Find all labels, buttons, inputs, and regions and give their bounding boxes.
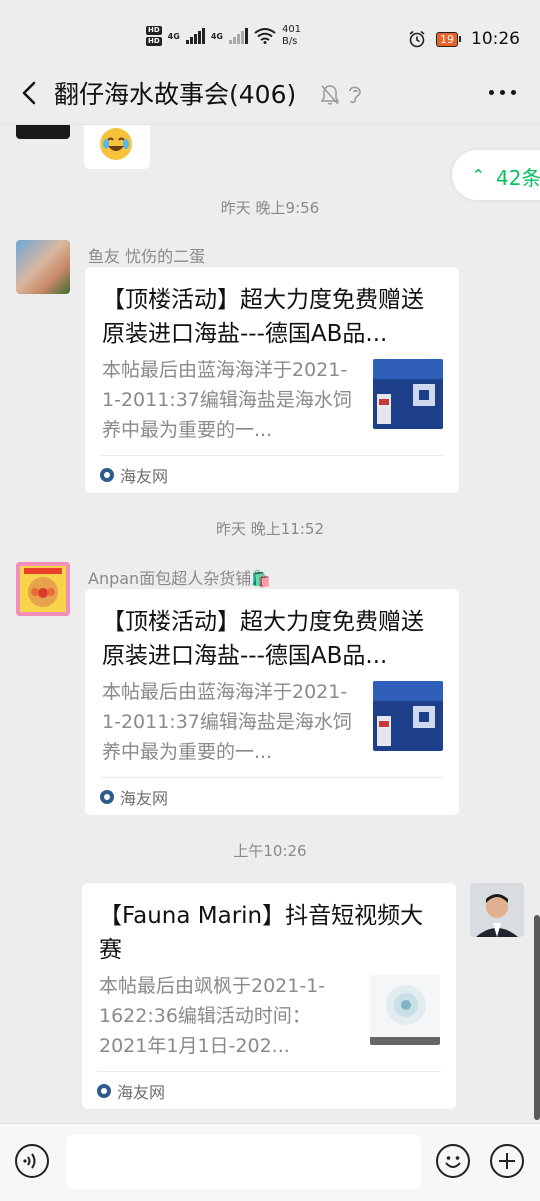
card-title: 【顶楼活动】超大力度免费赠送原装进口海盐---德国AB品... xyxy=(102,287,424,347)
chat-header: 翻仔海水故事会(406) xyxy=(0,62,540,125)
card-description: 本帖最后由蓝海海洋于2021-1-2011:37编辑海盐是海水饲养中最为重要的一… xyxy=(102,359,352,441)
card-divider xyxy=(97,1071,441,1072)
message-input[interactable] xyxy=(66,1135,421,1189)
source-name: 海友网 xyxy=(117,1083,166,1102)
sender-name: 鱼友 忧伤的二蛋 xyxy=(88,247,206,266)
mute-bell-icon xyxy=(320,85,340,105)
card-source: 海友网 xyxy=(97,1079,165,1103)
avatar[interactable] xyxy=(470,883,524,937)
link-card[interactable]: 【顶楼活动】超大力度免费赠送原装进口海盐---德国AB品... 本帖最后由蓝海海… xyxy=(85,267,459,493)
wifi-icon xyxy=(254,28,276,44)
signal-icon xyxy=(185,28,205,44)
source-name: 海友网 xyxy=(120,467,169,486)
sender-name: Anpan面包超人杂货铺🛍️ xyxy=(88,569,272,588)
input-bar xyxy=(0,1123,540,1201)
card-description: 本帖最后由蓝海海洋于2021-1-2011:37编辑海盐是海水饲养中最为重要的一… xyxy=(102,681,352,763)
speed-unit: B/s xyxy=(281,36,298,47)
plus-icon[interactable] xyxy=(490,1144,524,1178)
card-title: 【顶楼活动】超大力度免费赠送原装进口海盐---德国AB品... xyxy=(102,609,424,669)
chat-title: 翻仔海水故事会(406) xyxy=(54,80,297,109)
card-divider xyxy=(100,777,444,778)
avatar[interactable] xyxy=(16,240,70,294)
status-right: 19 10:26 xyxy=(408,29,520,49)
card-thumbnail xyxy=(370,975,440,1045)
card-thumbnail xyxy=(373,681,443,751)
message-list[interactable]: ⌃ 42条 昨天 晚上9:56 鱼友 忧伤的二蛋 【顶楼活动】超大力度免费赠送原… xyxy=(0,125,540,1123)
source-logo-icon xyxy=(97,1084,111,1098)
hd-badge: HD xyxy=(146,26,162,35)
link-card[interactable]: 【Fauna Marin】抖音短视频大赛 本帖最后由飒枫于2021-1-1622… xyxy=(82,883,456,1109)
clock: 10:26 xyxy=(471,29,520,49)
unread-count: 42条 xyxy=(496,166,540,190)
network-indicators: HD HD 4G 4G 401 B/s xyxy=(146,24,301,48)
timestamp: 昨天 晚上9:56 xyxy=(220,199,320,217)
avatar[interactable] xyxy=(16,562,70,616)
network-speed: 401 B/s xyxy=(282,24,301,48)
source-name: 海友网 xyxy=(120,789,169,808)
card-divider xyxy=(100,455,444,456)
scrollbar[interactable] xyxy=(534,915,540,1120)
double-chevron-up-icon: ⌃ xyxy=(472,166,485,184)
voice-input-icon[interactable] xyxy=(15,1144,49,1178)
timestamp: 昨天 晚上11:52 xyxy=(216,520,324,538)
network-type: 4G xyxy=(167,31,180,41)
card-source: 海友网 xyxy=(100,463,168,487)
unread-messages-pill[interactable]: ⌃ 42条 xyxy=(452,150,540,200)
earpiece-mode-icon xyxy=(349,86,361,104)
laughing-crying-emoji-icon xyxy=(100,128,132,160)
card-title: 【Fauna Marin】抖音短视频大赛 xyxy=(99,903,424,963)
battery-level: 19 xyxy=(436,31,458,47)
emoji-icon[interactable] xyxy=(436,1144,470,1178)
card-thumbnail xyxy=(373,359,443,429)
card-description: 本帖最后由飒枫于2021-1-1622:36编辑活动时间：2021年1月1日-2… xyxy=(99,975,326,1057)
network-type: 4G xyxy=(210,31,223,41)
timestamp: 上午10:26 xyxy=(233,842,307,860)
alarm-icon xyxy=(409,30,425,48)
emoji-message[interactable] xyxy=(84,125,150,169)
hd-badges: HD HD xyxy=(146,26,162,46)
card-source: 海友网 xyxy=(100,785,168,809)
hd-badge: HD xyxy=(146,37,162,46)
back-arrow-icon[interactable] xyxy=(18,80,42,106)
speed-value: 401 xyxy=(281,24,302,35)
battery-icon: 19 xyxy=(436,31,461,47)
source-logo-icon xyxy=(100,468,114,482)
signal-icon xyxy=(228,28,248,44)
more-options-icon[interactable] xyxy=(489,90,516,95)
status-bar: HD HD 4G 4G 401 B/s 19 10:26 xyxy=(0,0,540,62)
avatar[interactable] xyxy=(16,125,70,139)
source-logo-icon xyxy=(100,790,114,804)
link-card[interactable]: 【顶楼活动】超大力度免费赠送原装进口海盐---德国AB品... 本帖最后由蓝海海… xyxy=(85,589,459,815)
